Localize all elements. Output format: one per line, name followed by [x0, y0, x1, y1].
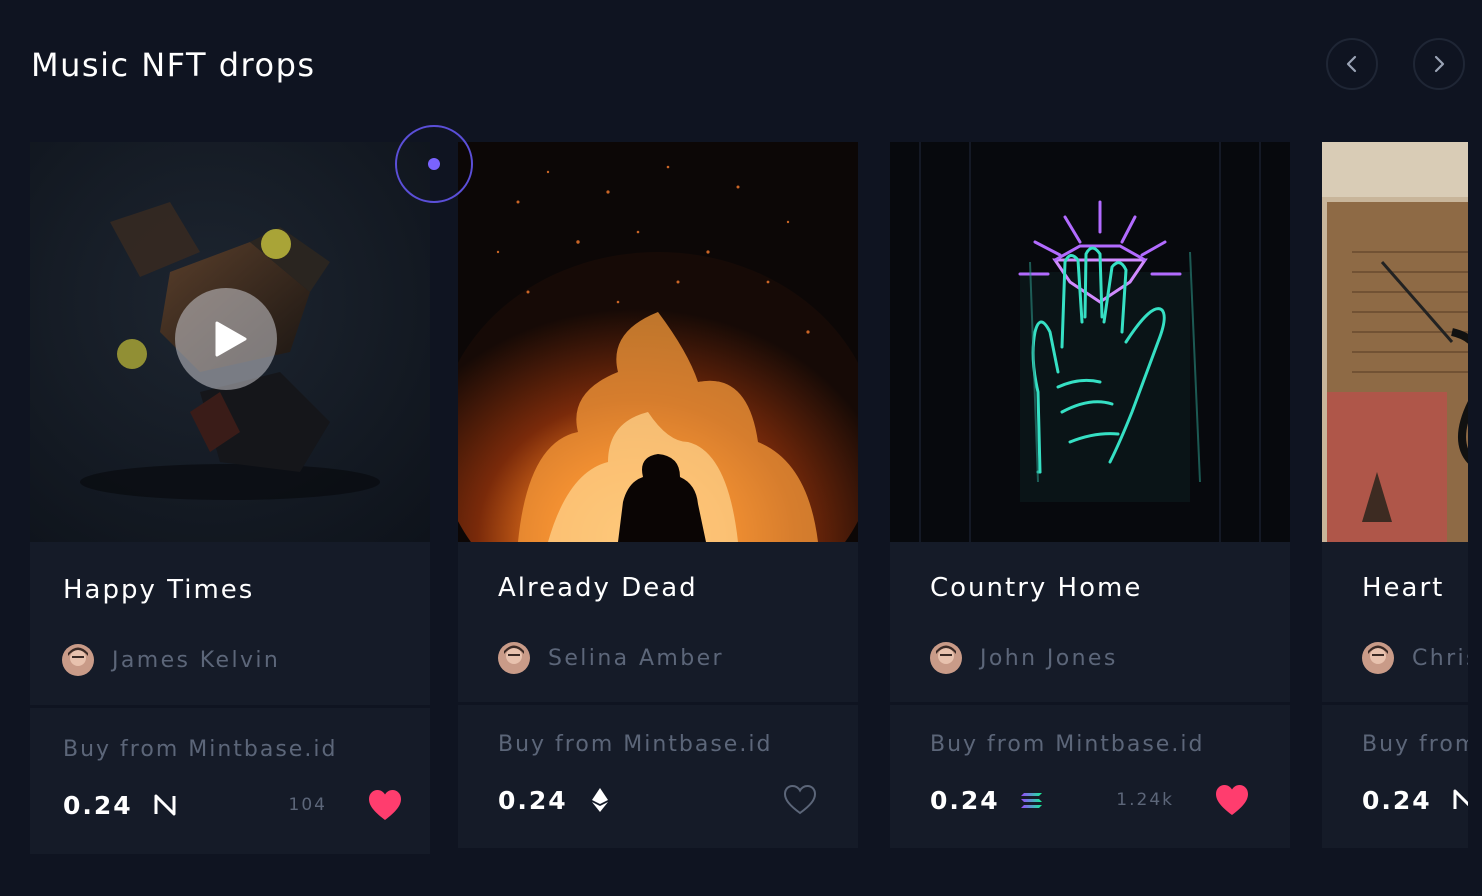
divider [890, 702, 1290, 705]
price-row: 0.24 104 [63, 787, 403, 823]
nft-artwork-image[interactable] [458, 142, 858, 542]
artist-name: Chris [1412, 645, 1468, 671]
artist-link[interactable]: James Kelvin [62, 644, 280, 676]
buy-from-link[interactable]: Buy from Mintbase.id [930, 732, 1204, 757]
price-value: 0.24 [1362, 785, 1432, 815]
near-icon [151, 791, 179, 819]
heart-filled-icon[interactable] [1214, 783, 1250, 817]
artist-name: Selina Amber [548, 645, 724, 671]
nft-title[interactable]: Happy Times [63, 575, 254, 605]
heart-filled-icon[interactable] [367, 788, 403, 822]
price-value: 0.24 [930, 785, 1000, 815]
nft-artwork-image[interactable] [30, 142, 430, 542]
buy-from-link[interactable]: Buy from Mintbase.id [498, 732, 772, 757]
nft-artwork-image[interactable] [1322, 142, 1468, 542]
artist-name: James Kelvin [112, 647, 281, 673]
like-count: 104 [288, 795, 327, 815]
price-row: 0.24 [498, 782, 818, 818]
custom-cursor-dot [428, 158, 440, 170]
avatar [62, 644, 94, 676]
nft-title[interactable]: Country Home [930, 573, 1142, 603]
avatar [498, 642, 530, 674]
nft-card[interactable]: Happy Times James Kelvin Buy from Mintba… [30, 142, 430, 854]
nft-title[interactable]: Heart [1362, 573, 1444, 603]
price-row: 0.24 [1362, 782, 1468, 818]
artist-link[interactable]: Chris [1362, 642, 1468, 674]
ethereum-icon [586, 786, 614, 814]
divider [30, 705, 430, 708]
neon-hand-artwork [890, 142, 1290, 542]
artist-link[interactable]: Selina Amber [498, 642, 724, 674]
artist-link[interactable]: John Jones [930, 642, 1118, 674]
artist-name: John Jones [980, 645, 1118, 671]
coffee-sack-artwork [1322, 142, 1468, 542]
buy-from-link[interactable]: Buy from Mintbase.id [63, 737, 337, 762]
buy-from-link[interactable]: Buy from Mintbase.id [1362, 732, 1468, 757]
avatar [1362, 642, 1394, 674]
price-value: 0.24 [498, 785, 568, 815]
avatar [930, 642, 962, 674]
carousel-track[interactable]: Happy Times James Kelvin Buy from Mintba… [0, 0, 1468, 896]
play-icon [215, 321, 247, 357]
music-nft-drops-section: Music NFT drops Happy Times James Kelvin… [0, 0, 1482, 896]
fire-artwork [458, 142, 858, 542]
like-count: 1.24k [1116, 790, 1174, 810]
price-value: 0.24 [63, 790, 133, 820]
price-row: 0.24 1.24k [930, 782, 1250, 818]
divider [1322, 702, 1468, 705]
nft-title[interactable]: Already Dead [498, 573, 698, 603]
heart-outline-icon[interactable] [782, 783, 818, 817]
nft-card[interactable]: Already Dead Selina Amber Buy from Mintb… [458, 142, 858, 848]
divider [458, 702, 858, 705]
near-icon [1450, 786, 1468, 814]
nft-card[interactable]: Heart Chris Buy from Mintbase.id 0.24 [1322, 142, 1468, 848]
nft-card[interactable]: Country Home John Jones Buy from Mintbas… [890, 142, 1290, 848]
play-button[interactable] [175, 288, 277, 390]
nft-artwork-image[interactable] [890, 142, 1290, 542]
solana-icon [1018, 786, 1046, 814]
